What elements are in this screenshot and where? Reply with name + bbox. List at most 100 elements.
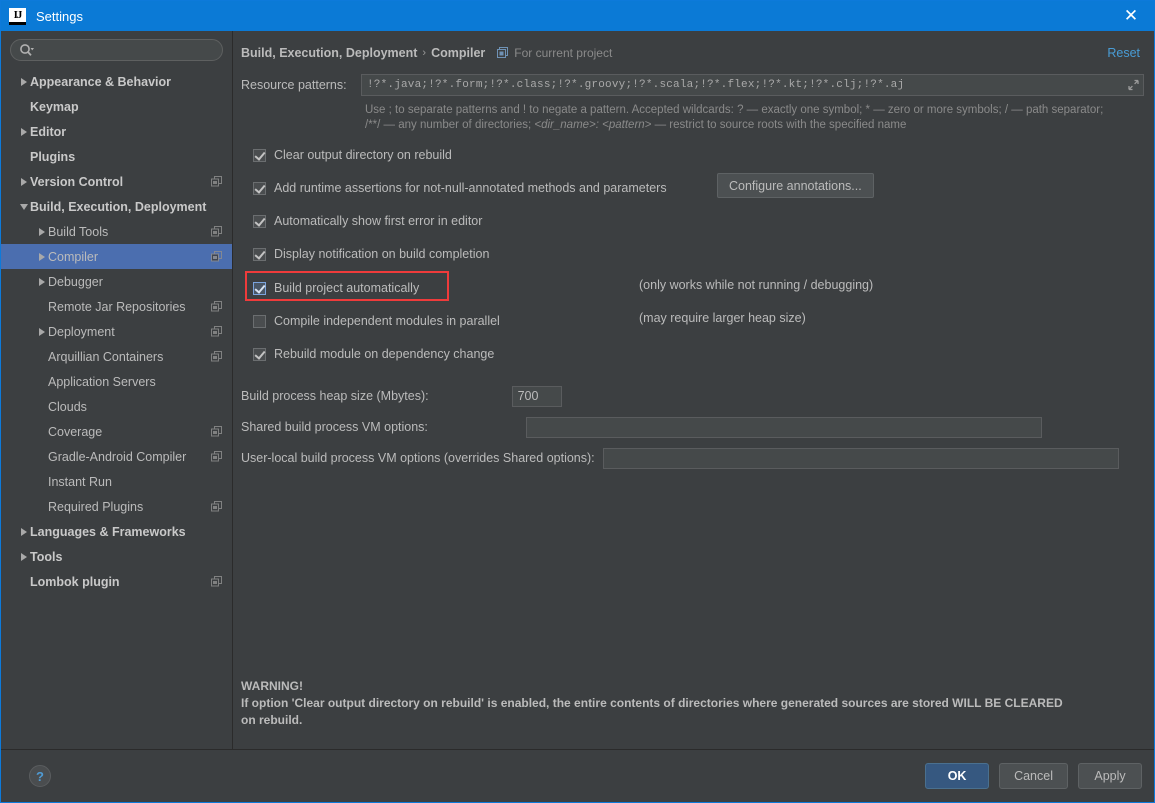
option-row-rebuild-on-dependency[interactable]: Rebuild module on dependency change <box>253 344 1144 364</box>
option-row-show-first-error[interactable]: Automatically show first error in editor <box>253 211 1144 231</box>
sidebar-item-arquillian-containers[interactable]: Arquillian Containers <box>1 344 232 369</box>
copy-settings-icon[interactable] <box>211 301 222 312</box>
apply-button[interactable]: Apply <box>1078 763 1142 789</box>
sidebar-item-label: Remote Jar Repositories <box>48 299 186 314</box>
chevron-right-icon[interactable] <box>35 252 48 261</box>
sidebar-item-editor[interactable]: Editor <box>1 119 232 144</box>
input-user-local-vm-options[interactable] <box>602 447 1119 469</box>
settings-main-panel: Build, Execution, Deployment › Compiler … <box>233 31 1154 749</box>
copy-settings-icon[interactable] <box>211 226 222 237</box>
copy-settings-icon[interactable] <box>211 426 222 437</box>
configure-annotations-button[interactable]: Configure annotations... <box>717 173 874 198</box>
checkbox-show-first-error[interactable] <box>253 214 266 228</box>
copy-settings-icon[interactable] <box>211 176 222 187</box>
sidebar-item-debugger[interactable]: Debugger <box>1 269 232 294</box>
copy-settings-icon[interactable] <box>211 576 222 587</box>
sidebar-item-appearance-behavior[interactable]: Appearance & Behavior <box>1 69 232 94</box>
reset-link[interactable]: Reset <box>1107 46 1140 60</box>
sidebar-item-remote-jar-repositories[interactable]: Remote Jar Repositories <box>1 294 232 319</box>
resource-patterns-field[interactable]: !?*.java;!?*.form;!?*.class;!?*.groovy;!… <box>361 74 1144 96</box>
intellij-logo-icon: IJ <box>9 7 26 25</box>
checkbox-clear-output-directory[interactable] <box>253 148 266 162</box>
search-box[interactable] <box>10 39 223 61</box>
sidebar-item-plugins[interactable]: Plugins <box>1 144 232 169</box>
chevron-right-icon[interactable] <box>35 277 48 286</box>
note-build-automatically: (only works while not running / debuggin… <box>639 278 874 292</box>
sidebar-item-label: Keymap <box>30 99 79 114</box>
search-container <box>1 31 232 67</box>
chevron-right-icon[interactable] <box>17 127 30 136</box>
search-input[interactable] <box>38 43 214 57</box>
breadcrumb: Build, Execution, Deployment › Compiler … <box>233 31 1154 63</box>
hint-line1-b: ; to separate patterns and ! to negate a… <box>388 104 1104 116</box>
sidebar-item-compiler[interactable]: Compiler <box>1 244 232 269</box>
chevron-right-icon[interactable] <box>17 77 30 86</box>
help-icon[interactable]: ? <box>29 765 51 787</box>
sidebar-item-instant-run[interactable]: Instant Run <box>1 469 232 494</box>
chevron-right-icon[interactable] <box>17 552 30 561</box>
sidebar-item-coverage[interactable]: Coverage <box>1 419 232 444</box>
sidebar-item-label: Languages & Frameworks <box>30 524 186 539</box>
hint-line2-a: /**/ — any number of directories; <box>365 119 535 131</box>
sidebar-item-languages-frameworks[interactable]: Languages & Frameworks <box>1 519 232 544</box>
option-row-build-automatically[interactable]: Build project automatically (only works … <box>245 271 1144 301</box>
option-row-display-notification[interactable]: Display notification on build completion <box>253 244 1144 264</box>
sidebar-item-build-tools[interactable]: Build Tools <box>1 219 232 244</box>
option-row-clear-output[interactable]: Clear output directory on rebuild <box>253 145 1144 165</box>
sidebar-item-version-control[interactable]: Version Control <box>1 169 232 194</box>
hint-line1-a: Use <box>365 104 389 116</box>
chevron-right-icon[interactable] <box>17 527 30 536</box>
sidebar-item-label: Editor <box>30 124 67 139</box>
option-label-build-automatically: Build project automatically <box>274 281 420 295</box>
warning-line1: If option 'Clear output directory on reb… <box>241 696 1063 710</box>
settings-sidebar: Appearance & Behavior Keymap Editor Plugins… <box>1 31 233 749</box>
expand-icon[interactable] <box>1128 79 1139 91</box>
sidebar-item-label: Version Control <box>30 174 124 189</box>
title-bar: IJ Settings ✕ <box>1 1 1154 31</box>
copy-settings-icon[interactable] <box>211 251 222 262</box>
copy-settings-icon[interactable] <box>211 501 222 512</box>
sidebar-item-build-execution-deployment[interactable]: Build, Execution, Deployment <box>1 194 232 219</box>
field-row-shared-vm-options: Shared build process VM options: <box>241 415 1144 439</box>
breadcrumb-parent[interactable]: Build, Execution, Deployment <box>241 46 417 60</box>
sidebar-item-label: Tools <box>30 549 63 564</box>
checkbox-rebuild-on-dependency-change[interactable] <box>253 347 266 361</box>
checkbox-display-notification[interactable] <box>253 247 266 261</box>
sidebar-item-gradle-android-compiler[interactable]: Gradle-Android Compiler <box>1 444 232 469</box>
sidebar-item-clouds[interactable]: Clouds <box>1 394 232 419</box>
sidebar-item-application-servers[interactable]: Application Servers <box>1 369 232 394</box>
sidebar-item-lombok-plugin[interactable]: Lombok plugin <box>1 569 232 594</box>
chevron-right-icon[interactable] <box>17 177 30 186</box>
option-label-display-notification: Display notification on build completion <box>274 247 490 261</box>
copy-settings-icon[interactable] <box>211 326 222 337</box>
option-label-rebuild-on-dependency: Rebuild module on dependency change <box>274 347 495 361</box>
chevron-right-icon[interactable] <box>35 227 48 236</box>
checkbox-compile-modules-parallel[interactable] <box>253 314 266 328</box>
sidebar-item-deployment[interactable]: Deployment <box>1 319 232 344</box>
checkbox-runtime-assertions[interactable] <box>253 181 266 195</box>
cancel-button[interactable]: Cancel <box>999 763 1068 789</box>
input-heap-size[interactable] <box>511 385 562 407</box>
sidebar-item-required-plugins[interactable]: Required Plugins <box>1 494 232 519</box>
chevron-down-icon[interactable] <box>17 203 30 210</box>
sidebar-item-label: Deployment <box>48 324 115 339</box>
note-parallel-modules: (may require larger heap size) <box>639 311 806 325</box>
hint-dir-pattern: <dir_name>: <pattern> <box>534 119 652 131</box>
copy-settings-icon[interactable] <box>211 351 222 362</box>
chevron-right-icon[interactable] <box>35 327 48 336</box>
option-row-parallel-modules[interactable]: Compile independent modules in parallel … <box>253 311 1144 331</box>
sidebar-item-label: Clouds <box>48 399 87 414</box>
sidebar-item-tools[interactable]: Tools <box>1 544 232 569</box>
option-row-runtime-assertions[interactable]: Add runtime assertions for not-null-anno… <box>253 173 1144 198</box>
checkbox-build-project-automatically[interactable] <box>253 281 266 295</box>
sidebar-item-label: Build Tools <box>48 224 109 239</box>
project-scope-label: For current project <box>514 46 613 60</box>
copy-settings-icon[interactable] <box>211 451 222 462</box>
option-label-parallel-modules: Compile independent modules in parallel <box>274 314 500 328</box>
close-icon[interactable]: ✕ <box>1108 1 1154 31</box>
ok-button[interactable]: OK <box>925 763 990 789</box>
sidebar-item-keymap[interactable]: Keymap <box>1 94 232 119</box>
sidebar-item-label: Debugger <box>48 274 103 289</box>
project-scope-icon <box>497 47 509 59</box>
input-shared-vm-options[interactable] <box>525 416 1042 438</box>
